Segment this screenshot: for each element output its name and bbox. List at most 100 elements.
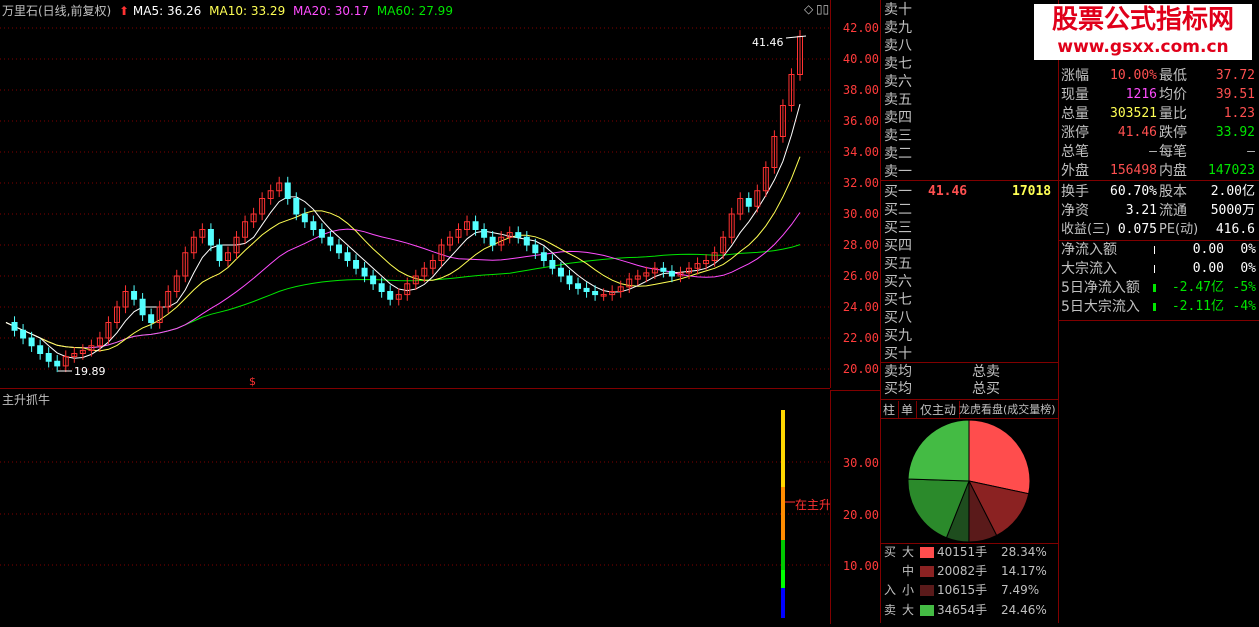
- ma60-legend: MA60: 27.99: [376, 4, 453, 18]
- watermark: 股票公式指标网 www.gsxx.com.cn: [1034, 4, 1252, 60]
- price-tick: 40.00: [842, 52, 879, 66]
- flow-value: -2.47亿: [1171, 280, 1224, 295]
- kline-chart[interactable]: [0, 0, 830, 388]
- legend-volume: 20082手: [937, 564, 988, 578]
- legend-row: 中 20082手 14.17%: [884, 562, 1047, 581]
- tab-bar[interactable]: 柱: [880, 401, 900, 419]
- high-price-label: 41.46: [752, 36, 784, 49]
- indicator-tick: 30.00: [842, 456, 879, 470]
- sell-level-2[interactable]: 卖二: [884, 145, 912, 163]
- flow-label: 净流入额: [1061, 242, 1117, 258]
- price-tick: 36.00: [842, 114, 879, 128]
- avg-sell-label: 卖均: [884, 364, 912, 380]
- fund-value: 60.70%: [1110, 184, 1157, 199]
- legend-size: 小: [902, 583, 915, 597]
- kline-svg[interactable]: [0, 0, 830, 388]
- low-price-label: 19.89: [74, 365, 106, 378]
- legend-side: 卖: [884, 603, 897, 617]
- diamond-icon[interactable]: ◇: [804, 2, 813, 16]
- buy-level-2[interactable]: 买二: [884, 201, 912, 219]
- quote-value: 33.92: [1215, 125, 1255, 140]
- buy-level-8[interactable]: 买八: [884, 309, 912, 327]
- chart-header: 万里石(日线,前复权) ⬆ MA5: 36.26 MA10: 33.29 MA2…: [2, 2, 453, 19]
- quote-label: 均价: [1159, 87, 1187, 103]
- buy-level-9[interactable]: 买九: [884, 327, 912, 345]
- sell-level-6[interactable]: 卖六: [884, 73, 912, 91]
- quote-value: 41.46: [1117, 125, 1157, 140]
- ma-up-arrow-icon: ⬆: [119, 4, 130, 18]
- watermark-title: 股票公式指标网: [1051, 5, 1234, 35]
- legend-row: 入小 10615手 7.49%: [884, 581, 1039, 600]
- ma10-legend: MA10: 33.29: [209, 4, 286, 18]
- indicator-chart[interactable]: [0, 390, 830, 623]
- price-tick: 26.00: [842, 269, 879, 283]
- flow-label: 5日净流入额: [1061, 280, 1140, 296]
- price-tick: 42.00: [842, 21, 879, 35]
- flow-label: 大宗流入: [1061, 261, 1117, 277]
- flow-value: -2.11亿: [1171, 299, 1224, 314]
- quote-value: –: [1149, 144, 1157, 159]
- legend-percent: 14.17%: [1001, 564, 1047, 578]
- price-tick: 22.00: [842, 331, 879, 345]
- quote-value: 156498: [1110, 163, 1157, 178]
- buy-level-3[interactable]: 买三: [884, 219, 912, 237]
- sell-level-8[interactable]: 卖八: [884, 37, 912, 55]
- sub-annotation: 在主升: [795, 498, 832, 512]
- sell-level-7[interactable]: 卖七: [884, 55, 912, 73]
- fund-value: 0.075: [1117, 222, 1157, 237]
- fund-label: 股本: [1159, 184, 1187, 200]
- quote-label: 总量: [1061, 106, 1089, 122]
- buy-level-10[interactable]: 买十: [884, 345, 912, 363]
- buy-level-6[interactable]: 买六: [884, 273, 912, 291]
- buy1-price: 41.46: [928, 184, 968, 199]
- fund-label: 流通: [1159, 203, 1187, 219]
- tab-active-only[interactable]: 仅主动: [917, 401, 961, 419]
- quote-row: 涨幅: [1061, 68, 1089, 84]
- quote-label: 涨停: [1061, 125, 1089, 141]
- indicator-svg: [0, 410, 830, 618]
- sell-level-5[interactable]: 卖五: [884, 91, 912, 109]
- legend-swatch: [920, 585, 934, 596]
- price-axis: 42.00 40.00 38.00 36.00 34.00 32.00 30.0…: [830, 0, 881, 388]
- flow-value: 0.00: [1192, 261, 1224, 276]
- total-buy-label: 总买: [972, 381, 1000, 397]
- flow-bar: [1154, 265, 1155, 273]
- flow-bar: [1153, 284, 1156, 292]
- sell-level-10[interactable]: 卖十: [884, 1, 912, 19]
- fund-label: PE(动): [1159, 222, 1199, 237]
- indicator-tick: 20.00: [842, 508, 879, 522]
- legend-volume: 10615手: [937, 583, 988, 597]
- legend-volume: 40151手: [937, 545, 988, 559]
- sell-level-1[interactable]: 卖一: [884, 163, 912, 181]
- quote-label: 外盘: [1061, 163, 1089, 179]
- sell-level-3[interactable]: 卖三: [884, 127, 912, 145]
- tab-dragon-tiger[interactable]: 龙虎看盘(成交量榜): [956, 401, 1059, 419]
- sell-level-4[interactable]: 卖四: [884, 109, 912, 127]
- fund-value: 3.21: [1125, 203, 1157, 218]
- flow-percent: -5%: [1232, 280, 1256, 295]
- quote-value: 37.72: [1215, 68, 1255, 83]
- flow-percent: 0%: [1240, 261, 1256, 276]
- quote-value: –: [1247, 144, 1255, 159]
- flow-label: 5日大宗流入: [1061, 299, 1140, 315]
- quote-value: 147023: [1208, 163, 1255, 178]
- chart-divider[interactable]: [0, 388, 830, 389]
- quote-value: 303521: [1110, 106, 1157, 121]
- buy-level-1[interactable]: 买一: [884, 183, 912, 201]
- legend-volume: 34654手: [937, 603, 988, 617]
- tab-order[interactable]: 单: [898, 401, 918, 419]
- buy-level-7[interactable]: 买七: [884, 291, 912, 309]
- ma20-legend: MA20: 30.17: [293, 4, 370, 18]
- buy-level-5[interactable]: 买五: [884, 255, 912, 273]
- quote-value: 1.23: [1223, 106, 1255, 121]
- price-tick: 20.00: [842, 362, 879, 376]
- fund-value: 5000万: [1210, 203, 1255, 218]
- window-icon[interactable]: ▯▯: [816, 2, 829, 16]
- fund-value: 416.6: [1215, 222, 1255, 237]
- dollar-marker: $: [249, 375, 256, 388]
- legend-row: 卖大 34654手 24.46%: [884, 601, 1047, 620]
- quote-label: 内盘: [1159, 163, 1187, 179]
- sell-level-9[interactable]: 卖九: [884, 19, 912, 37]
- flow-percent: -4%: [1232, 299, 1256, 314]
- buy-level-4[interactable]: 买四: [884, 237, 912, 255]
